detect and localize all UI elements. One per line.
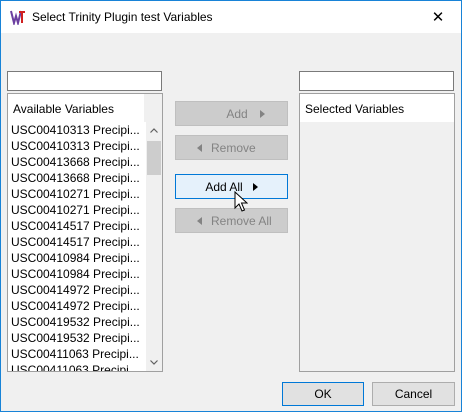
list-item[interactable]: USC00414972 Precipi... bbox=[8, 282, 146, 298]
add-button[interactable]: Add bbox=[175, 101, 288, 126]
list-item[interactable]: USC00411063 Precipi... bbox=[8, 362, 146, 371]
close-icon: ✕ bbox=[431, 9, 445, 26]
add-all-button[interactable]: Add All bbox=[175, 174, 288, 199]
scroll-down-button[interactable] bbox=[146, 354, 162, 371]
scrollbar-thumb[interactable] bbox=[147, 141, 161, 175]
remove-all-button-label: Remove All bbox=[211, 213, 272, 228]
cancel-button[interactable]: Cancel bbox=[372, 382, 455, 406]
available-variables-header: Available Variables bbox=[8, 94, 144, 122]
list-item[interactable]: USC00410984 Precipi... bbox=[8, 250, 146, 266]
list-item[interactable]: USC00414517 Precipi... bbox=[8, 218, 146, 234]
list-item[interactable]: USC00410313 Precipi... bbox=[8, 122, 146, 138]
list-item[interactable]: USC00410271 Precipi... bbox=[8, 186, 146, 202]
remove-button[interactable]: Remove bbox=[175, 135, 288, 160]
available-variables-list[interactable]: USC00410313 Precipi... USC00410313 Precip… bbox=[8, 122, 146, 371]
available-list-scrollbar[interactable] bbox=[146, 122, 162, 371]
arrow-left-icon bbox=[197, 143, 202, 152]
arrow-right-icon bbox=[252, 182, 258, 191]
title-bar[interactable]: Select Trinity Plugin test Variables ✕ bbox=[1, 1, 461, 33]
list-item[interactable]: USC00414517 Precipi... bbox=[8, 234, 146, 250]
remove-all-button[interactable]: Remove All bbox=[175, 208, 288, 233]
trinity-app-icon bbox=[10, 10, 25, 25]
arrow-left-icon bbox=[197, 216, 202, 225]
list-item[interactable]: USC00410984 Precipi... bbox=[8, 266, 146, 282]
selected-filter-input[interactable] bbox=[299, 71, 454, 91]
list-item[interactable]: USC00413668 Precipi... bbox=[8, 154, 146, 170]
list-item[interactable]: USC00411063 Precipi... bbox=[8, 346, 146, 362]
ok-button[interactable]: OK bbox=[282, 382, 364, 406]
list-item[interactable]: USC00414972 Precipi... bbox=[8, 298, 146, 314]
selected-variables-panel: Selected Variables bbox=[299, 93, 455, 372]
selected-variables-header: Selected Variables bbox=[300, 94, 454, 122]
dialog-window: Select Trinity Plugin test Variables ✕ A… bbox=[0, 0, 462, 412]
mouse-cursor-icon bbox=[234, 191, 248, 212]
list-item[interactable]: USC00410271 Precipi... bbox=[8, 202, 146, 218]
add-button-label: Add bbox=[226, 106, 248, 121]
list-item[interactable]: USC00419532 Precipi... bbox=[8, 330, 146, 346]
available-variables-panel: Available Variables USC00410313 Precipi.… bbox=[7, 93, 163, 372]
ok-button-label: OK bbox=[314, 387, 332, 401]
scroll-up-button[interactable] bbox=[146, 122, 162, 139]
chevron-down-icon bbox=[150, 360, 158, 365]
close-button[interactable]: ✕ bbox=[415, 1, 461, 33]
available-filter-input[interactable] bbox=[7, 71, 162, 91]
cancel-button-label: Cancel bbox=[394, 387, 433, 401]
list-item[interactable]: USC00410313 Precipi... bbox=[8, 138, 146, 154]
list-item[interactable]: USC00413668 Precipi... bbox=[8, 170, 146, 186]
list-item[interactable]: USC00419532 Precipi... bbox=[8, 314, 146, 330]
window-title: Select Trinity Plugin test Variables bbox=[32, 10, 213, 24]
chevron-up-icon bbox=[150, 128, 158, 133]
arrow-right-icon bbox=[259, 109, 265, 118]
remove-button-label: Remove bbox=[211, 140, 256, 155]
